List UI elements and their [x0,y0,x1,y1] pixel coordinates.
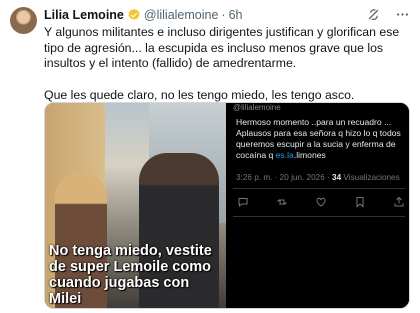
quoted-actions [237,196,405,208]
quoted-divider-bottom [233,216,405,217]
quoted-views-count: 34 [332,173,342,182]
quoted-link: es.la [275,150,294,160]
tweet-text: Y algunos militantes e incluso dirigente… [44,25,412,103]
separator-dot: · [221,8,226,22]
tweet-paragraph-2: Que les quede claro, no les tengo miedo,… [44,87,355,102]
quoted-views-label: Visualizaciones [341,173,400,182]
reply-icon [238,198,248,208]
author-name[interactable]: Lilia Lemoine [44,8,124,22]
more-icon[interactable] [395,7,410,22]
bookmark-icon [356,197,364,208]
quoted-text: Hermoso momento ..para un recuadro ... A… [236,117,406,161]
verified-badge-icon [128,8,140,20]
tweet-time[interactable]: 6h [229,8,243,22]
avatar[interactable] [10,7,37,34]
grok-icon[interactable] [366,7,381,22]
quoted-text-end: .limones [293,150,326,160]
tweet-top-actions [366,7,410,22]
author-handle[interactable]: @lilialemoine [144,8,219,22]
video-caption: No tenga miedo, vestite de super Lemoile… [49,243,212,307]
share-icon [394,196,404,207]
quoted-timestamp: 3:26 p. m. · 20 jun. 2026 · [236,173,333,182]
quoted-tweet-screenshot[interactable]: @lilialemoine Hermoso momento ..para un … [227,103,409,308]
tweet: Lilia Lemoine @lilialemoine · 6h Y algun… [0,0,420,313]
quoted-divider [233,188,405,189]
like-icon [316,197,326,207]
quoted-header: @lilialemoine [233,103,281,112]
tweet-header: Lilia Lemoine @lilialemoine · 6h [44,7,243,23]
video-thumbnail[interactable]: No tenga miedo, vestite de super Lemoile… [45,103,226,308]
media-grid: No tenga miedo, vestite de super Lemoile… [44,102,410,309]
tweet-paragraph-1: Y algunos militantes e incluso dirigente… [44,25,400,70]
retweet-icon [277,199,287,205]
quoted-meta: 3:26 p. m. · 20 jun. 2026 · 34 Visualiza… [236,173,400,182]
